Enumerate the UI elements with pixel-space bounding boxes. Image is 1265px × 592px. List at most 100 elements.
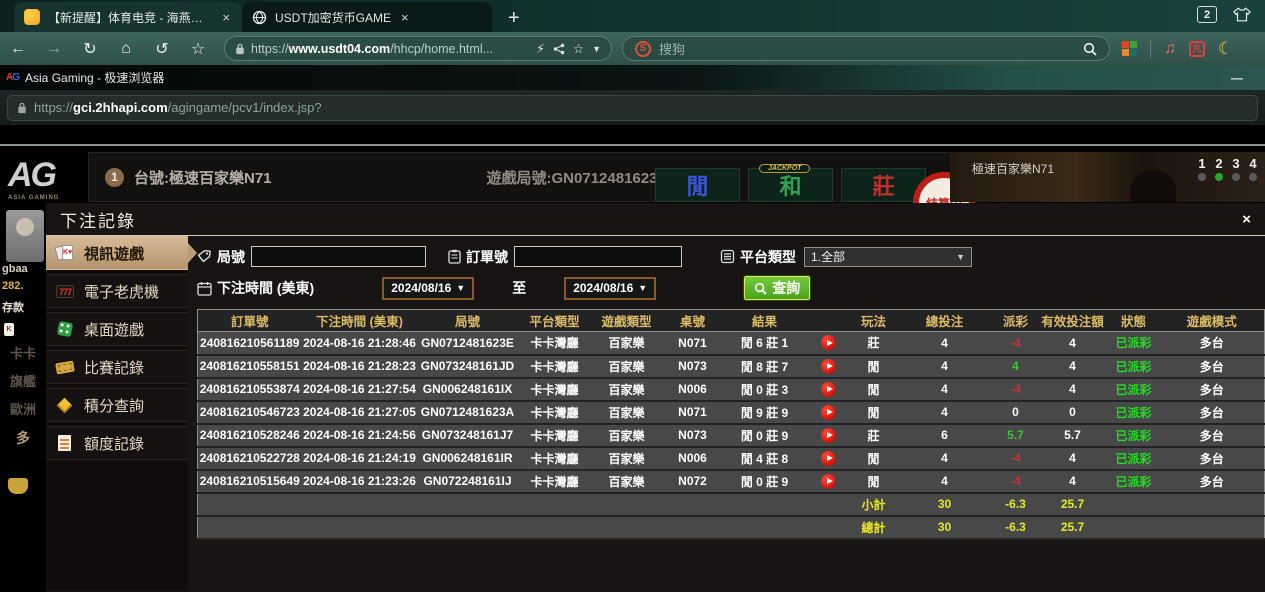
camera-2-button[interactable]: 2 (1215, 156, 1223, 181)
cell-time: 2024-08-16 21:27:05 (302, 401, 418, 424)
table-row: 240816210558151 2024-08-16 21:28:23 GN07… (198, 355, 1265, 378)
col-valid-bet: 有效投注額 (1038, 310, 1108, 332)
window-divider-line (0, 144, 1265, 146)
back-icon[interactable]: ← (0, 40, 36, 58)
camera-3-button[interactable]: 3 (1232, 156, 1240, 181)
game-address-bar[interactable]: https://gci.2hhapi.com/agingame/pcv1/ind… (7, 95, 1258, 121)
cell-status: 已派彩 (1108, 401, 1160, 424)
cell-order: 240816210553874 (198, 378, 302, 401)
theme-shirt-icon[interactable] (1233, 7, 1251, 22)
tab-close-icon[interactable]: × (220, 10, 232, 25)
col-result: 結果 (724, 310, 806, 332)
round-number-input[interactable] (251, 246, 426, 267)
cell-platform: 卡卡灣廳 (518, 470, 592, 493)
sidebar-item-video-games[interactable]: K♥ 視訊遊戲 (46, 236, 188, 270)
grand-total-total-bet: 30 (896, 516, 994, 539)
camera-4-button[interactable]: 4 (1249, 156, 1257, 181)
round-filter-label: 局號 (197, 247, 245, 267)
sidebar-item-slots[interactable]: 777 電子老虎機 (46, 274, 188, 308)
refresh-icon[interactable]: ↻ (72, 39, 108, 59)
cell-time: 2024-08-16 21:23:26 (302, 470, 418, 493)
modal-title: 下注記錄 (60, 207, 136, 232)
col-bet-type: 玩法 (852, 310, 896, 332)
dealer-video-thumbnail[interactable]: 極速百家樂N71 1 2 3 4 (950, 152, 1265, 202)
replay-play-button[interactable] (821, 335, 836, 350)
address-bar[interactable]: https://www.usdt04.com/hhcp/home.html...… (224, 36, 612, 61)
sidebar-item-quota-records[interactable]: 額度記錄 (46, 426, 188, 460)
cards-fragment-icon: K (4, 318, 14, 336)
sidebar-item-match-records[interactable]: 比賽記錄 (46, 350, 188, 384)
grand-total-valid-bet: 25.7 (1038, 516, 1108, 539)
share-icon[interactable] (553, 43, 565, 55)
table-row: 240816210515649 2024-08-16 21:23:26 GN07… (198, 470, 1265, 493)
cell-order: 240816210515649 (198, 470, 302, 493)
cell-game-type: 百家樂 (592, 332, 662, 355)
replay-play-button[interactable] (821, 405, 836, 420)
forward-icon[interactable]: → (36, 40, 72, 58)
cell-replay (806, 470, 852, 493)
replay-play-button[interactable] (821, 359, 836, 374)
tab-close-icon[interactable]: × (399, 10, 411, 25)
col-table: 桌號 (662, 310, 724, 332)
modal-content: 局號 訂單號 平台類型 1.全部 ▼ (188, 236, 1265, 591)
cell-game-mode: 多台 (1160, 424, 1265, 447)
col-game-type: 遊戲類型 (592, 310, 662, 332)
flash-icon[interactable]: ⚡ (536, 41, 545, 56)
search-icon[interactable] (1083, 42, 1097, 56)
date-from-picker[interactable]: 2024/08/16▼ (382, 277, 474, 300)
url-path: /hhcp/home.html... (390, 42, 493, 56)
close-icon[interactable]: × (1242, 211, 1251, 228)
favorite-star-icon[interactable]: ☆ (573, 41, 584, 56)
menu-fragment: 多 (16, 428, 30, 448)
table-header-row: 訂單號 下注時間 (美東) 局號 平台類型 遊戲類型 桌號 結果 玩法 總投注 … (198, 310, 1265, 332)
cell-payout: -4 (994, 447, 1038, 470)
search-box[interactable]: S 搜狗 (622, 36, 1110, 61)
replay-play-button[interactable] (821, 451, 836, 466)
cell-game-type: 百家樂 (592, 401, 662, 424)
subtotal-total-bet: 30 (896, 493, 994, 516)
cell-time: 2024-08-16 21:28:23 (302, 355, 418, 378)
browser-tab-1[interactable]: 【新提醒】体育电竞 - 海燕策略 × (14, 2, 242, 32)
avatar (6, 210, 44, 262)
modal-sidebar: K♥ 視訊遊戲 777 電子老虎機 桌面遊戲 比賽記錄 積分查詢 (46, 236, 188, 591)
cell-status: 已派彩 (1108, 424, 1160, 447)
cell-valid-bet: 5.7 (1038, 424, 1108, 447)
chevron-down-icon[interactable]: ▼ (592, 44, 601, 54)
menu-fragment: 旗艦 (10, 371, 36, 390)
subtotal-label: 小計 (852, 493, 896, 516)
browser-tab-2[interactable]: USDT加密货币GAME × (242, 2, 492, 32)
replay-play-button[interactable] (821, 382, 836, 397)
night-mode-moon-icon[interactable]: ☾ (1218, 39, 1233, 59)
bet-spot-player[interactable]: 閒 (655, 168, 740, 202)
new-tab-button[interactable]: + (508, 8, 520, 28)
modal-header: 下注記錄 × (46, 203, 1265, 236)
apps-grid-icon[interactable] (1122, 41, 1137, 56)
camera-1-button[interactable]: 1 (1198, 156, 1206, 181)
search-query-button[interactable]: 查詢 (744, 276, 810, 300)
seat-number-badge: 1 (105, 168, 124, 187)
replay-play-button[interactable] (821, 474, 836, 489)
slots-777-icon: 777 (55, 282, 75, 301)
cell-total-bet: 4 (896, 332, 994, 355)
cell-game-type: 百家樂 (592, 378, 662, 401)
platform-type-select[interactable]: 1.全部 ▼ (804, 247, 972, 267)
sidebar-item-table-games[interactable]: 桌面遊戲 (46, 312, 188, 346)
col-game-mode: 遊戲模式 (1160, 310, 1265, 332)
undo-icon[interactable]: ↺ (144, 39, 180, 59)
bet-spot-tie[interactable]: JACKPOT和 (748, 168, 833, 202)
bookmark-star-icon[interactable]: ☆ (180, 39, 216, 59)
music-icon[interactable]: ♫ (1164, 40, 1176, 58)
sidebar-item-points-query[interactable]: 積分查詢 (46, 388, 188, 422)
tab-count-badge[interactable]: 2 (1197, 6, 1217, 23)
cell-result: 閒 0 莊 9 (724, 470, 806, 493)
pdf-reader-icon[interactable]: 凡 (1189, 41, 1205, 57)
home-icon[interactable]: ⌂ (108, 40, 144, 58)
table-row: 240816210546723 2024-08-16 21:27:05 GN07… (198, 401, 1265, 424)
replay-play-button[interactable] (821, 428, 836, 443)
cell-payout: 5.7 (994, 424, 1038, 447)
order-number-input[interactable] (514, 246, 682, 267)
table-row: 240816210553874 2024-08-16 21:27:54 GN00… (198, 378, 1265, 401)
date-to-picker[interactable]: 2024/08/16▼ (564, 277, 656, 300)
minimize-button[interactable]: — (1231, 71, 1243, 85)
cell-payout: -4 (994, 470, 1038, 493)
